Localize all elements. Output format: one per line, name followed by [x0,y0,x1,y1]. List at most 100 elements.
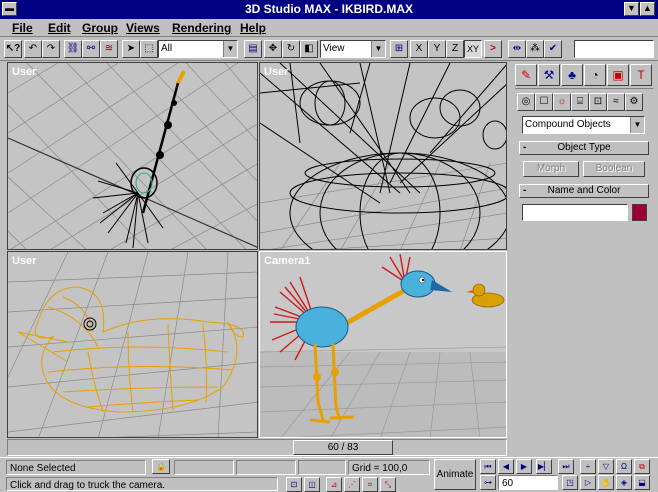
current-frame-field[interactable]: 60 [498,475,558,490]
axis-xy-button[interactable]: XY [464,40,482,58]
help-pointer-icon[interactable]: ↖? [4,40,22,58]
object-color-swatch[interactable] [632,204,647,221]
hierarchy-tab-icon[interactable]: ♣ [561,64,583,86]
viewport-label[interactable]: User [12,255,36,267]
menu-file[interactable]: File [12,21,33,35]
viewport-bottom-left[interactable]: User [7,251,258,438]
select-object-icon[interactable]: ➤ [122,40,140,58]
menu-edit[interactable]: Edit [48,21,71,35]
time-config-icon[interactable]: ◳ [562,475,578,490]
main-toolbar: ↖? ↶ ↷ ⛓ ⚯ ≋ ➤ ⬚ All ▼ ▤ ✥ ↻ ◧ View ▼ ⊞ … [0,37,658,61]
selection-status: None Selected [6,460,146,475]
pan-hand-icon[interactable]: ✋ [598,475,614,490]
selection-filter-dropdown[interactable]: All ▼ [158,40,238,58]
move-icon[interactable]: ✥ [264,40,282,58]
maximize-button[interactable]: ▲ [640,2,655,16]
time-slider-thumb[interactable]: 60 / 83 [293,440,393,455]
viewport-label[interactable]: User [264,66,288,78]
go-to-start-icon[interactable]: ⏮ [480,459,496,474]
pivot-center-icon[interactable]: ⊞ [390,40,408,58]
undo-icon[interactable]: ↶ [24,40,42,58]
animate-button[interactable]: Animate [434,459,476,490]
zoom-icon[interactable]: ÷ [580,459,596,474]
reference-coord-dropdown[interactable]: View ▼ [320,40,386,58]
geometry-category-icon[interactable]: ◎ [517,93,535,111]
modify-tab-icon[interactable]: ⚒ [538,64,560,86]
lights-category-icon[interactable]: ☼ [553,93,571,111]
grid-spacing-status: Grid = 100,0 [348,460,430,475]
chevron-down-icon: ▼ [630,117,644,133]
field-of-view-icon[interactable]: ▽ [598,459,614,474]
menu-help[interactable]: Help [240,21,266,35]
viewport-scene [8,252,257,437]
chevron-down-icon: ▼ [223,41,237,57]
shapes-category-icon[interactable]: ☐ [535,93,553,111]
named-selection-field[interactable] [574,40,654,58]
region-select-icon[interactable]: ⬚ [140,40,158,58]
window-title: 3D Studio MAX - IKBIRD.MAX [245,2,413,16]
select-by-name-icon[interactable]: ▤ [244,40,262,58]
object-type-rollout[interactable]: - Object Type [519,141,649,155]
utilities-tab-icon[interactable]: T [630,64,652,86]
viewport-scene [260,63,506,249]
minimize-button[interactable]: ▼ [624,2,639,16]
go-to-end-icon[interactable]: ⏭ [558,459,574,474]
viewport-top-right[interactable]: User [259,62,507,250]
redo-icon[interactable]: ↷ [42,40,60,58]
status-coord-x [174,460,234,475]
maximize-viewport-icon[interactable]: ⬓ [634,475,650,490]
array-icon[interactable]: ⁂ [526,40,544,58]
display-tab-icon[interactable]: ▣ [607,64,629,86]
selection-lock-icon[interactable]: 🔒 [152,459,170,474]
viewport-label[interactable]: Camera1 [264,255,310,267]
rollout-toggle[interactable]: - [523,142,526,154]
rollout-title: Name and Color [547,185,621,196]
viewport-label[interactable]: User [12,66,36,78]
axis-y-button[interactable]: Y [428,40,446,58]
helpers-category-icon[interactable]: ⊡ [589,93,607,111]
viewport-scene [260,252,506,437]
time-slider-track[interactable]: 60 / 83 [7,439,507,456]
command-panel: ✎ ⚒ ♣ ◔ ▣ T ◎ ☐ ☼ ⌸ ⊡ ≈ ⚙ Compound Objec… [511,61,658,457]
rollout-title: Object Type [557,142,611,153]
status-coord-z [298,460,346,475]
viewport-bottom-right[interactable]: Camera1 [259,251,507,438]
key-mode-icon[interactable]: ⊶ [480,475,496,490]
systems-category-icon[interactable]: ⚙ [625,93,643,111]
rotate-icon[interactable]: ↻ [282,40,300,58]
next-frame-icon[interactable]: ▶▏ [536,459,552,474]
scale-icon[interactable]: ◧ [300,40,318,58]
cameras-category-icon[interactable]: ⌸ [571,93,589,111]
axis-z-button[interactable]: Z [446,40,464,58]
previous-frame-icon[interactable]: ◀ [498,459,514,474]
bind-space-warp-icon[interactable]: ≋ [100,40,118,58]
morph-button[interactable]: Morph [523,161,579,177]
min-max-toggle-icon[interactable]: ⧉ [634,459,650,474]
dolly-icon[interactable]: ▷ [580,475,596,490]
unlink-icon[interactable]: ⚯ [82,40,100,58]
spacewarps-category-icon[interactable]: ≈ [607,93,625,111]
object-name-field[interactable] [522,204,628,221]
menu-bar: File Edit Group Views Rendering Help [0,19,658,37]
viewport-top-left[interactable]: User [7,62,258,250]
menu-group[interactable]: Group [82,21,118,35]
roll-icon[interactable]: ◈ [616,475,632,490]
orbit-icon[interactable]: Ω [616,459,632,474]
prompt-line: Click and drag to truck the camera. [6,477,278,491]
axis-x-button[interactable]: X [410,40,428,58]
name-and-color-rollout[interactable]: - Name and Color [519,184,649,198]
play-icon[interactable]: ▶ [516,459,532,474]
boolean-button[interactable]: Boolean [583,161,645,177]
motion-tab-icon[interactable]: ◔ [584,64,606,86]
mirror-icon[interactable]: ⇹ [508,40,526,58]
menu-views[interactable]: Views [126,21,160,35]
create-tab-icon[interactable]: ✎ [515,64,537,86]
align-icon[interactable]: ✔ [544,40,562,58]
object-category-dropdown[interactable]: Compound Objects ▼ [522,116,645,134]
title-bar: ▬ 3D Studio MAX - IKBIRD.MAX ▼ ▲ [0,0,658,19]
menu-rendering[interactable]: Rendering [172,21,231,35]
link-icon[interactable]: ⛓ [64,40,82,58]
rollout-toggle[interactable]: - [523,185,526,197]
viewport-scene [8,63,257,249]
ik-arrow-icon[interactable]: > [484,40,502,58]
